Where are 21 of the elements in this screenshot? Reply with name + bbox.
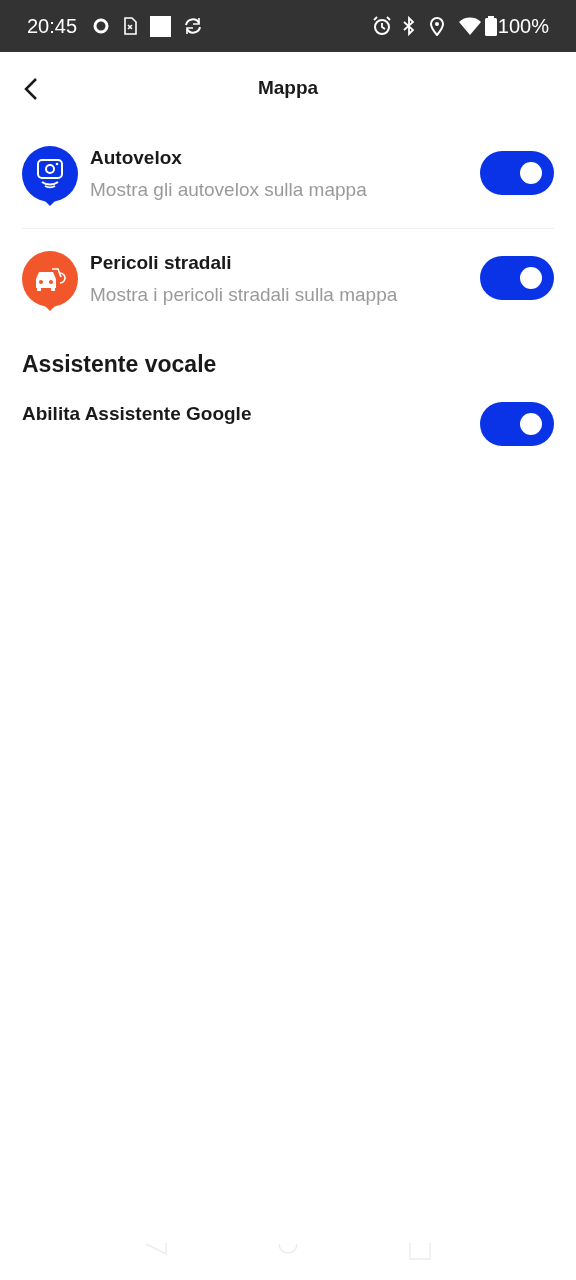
- location-icon: [428, 16, 445, 36]
- sim-card-icon: [123, 17, 138, 35]
- wifi-icon: [458, 17, 481, 35]
- toggle-switch[interactable]: [480, 401, 554, 446]
- setting-description: Mostra gli autovelox sulla mappa: [90, 178, 368, 202]
- battery-icon: [484, 16, 497, 36]
- status-time: 20:45: [27, 14, 78, 39]
- toggle-switch[interactable]: [480, 256, 554, 300]
- toggle-switch[interactable]: [480, 151, 554, 195]
- sync-icon: [183, 16, 204, 36]
- setting-title: Abilita Assistente Google: [22, 401, 252, 426]
- back-icon: [24, 77, 38, 101]
- square-icon: [150, 15, 172, 37]
- alarm-icon: [371, 16, 392, 36]
- page-title: Mappa: [257, 76, 319, 98]
- setting-title: Pericoli stradali: [90, 251, 233, 275]
- section-heading: Assistente vocale: [22, 350, 218, 379]
- circle-icon: [92, 17, 111, 35]
- setting-description: Mostra i pericoli stradali sulla mappa: [90, 283, 399, 307]
- battery-percentage: 100%: [497, 14, 549, 39]
- setting-title: Autovelox: [90, 146, 183, 170]
